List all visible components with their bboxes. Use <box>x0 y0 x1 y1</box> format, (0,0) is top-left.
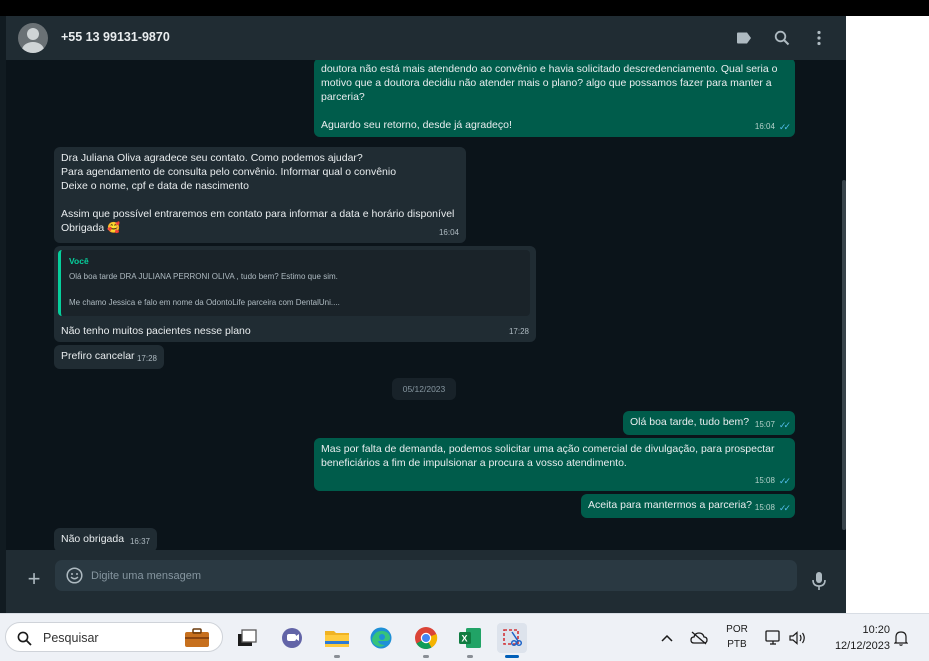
message-bubble-incoming[interactable]: Não obrigada 16:37 <box>54 528 157 550</box>
avatar-head-shape <box>27 28 39 40</box>
snipping-tool-icon[interactable] <box>497 623 527 658</box>
read-ticks-icon: ✓✓ <box>778 420 791 430</box>
message-text: doutora não está mais atendendo ao convê… <box>321 63 778 131</box>
message-timestamp: 15:07 <box>754 420 775 429</box>
message-bubble-incoming[interactable]: Prefiro cancelar 17:28 <box>54 345 164 369</box>
chrome-icon[interactable] <box>411 623 441 658</box>
file-explorer-icon[interactable] <box>322 623 352 658</box>
message-time: 16:37 <box>130 535 150 549</box>
search-icon[interactable] <box>772 28 792 48</box>
message-input[interactable] <box>91 560 781 591</box>
briefcase-widget-icon[interactable] <box>184 628 210 648</box>
running-indicator <box>423 655 429 658</box>
message-text: Não tenho muitos pacientes nesse plano <box>61 325 251 337</box>
message-composer: + <box>6 550 846 613</box>
clock-time: 10:20 <box>862 624 890 636</box>
desktop-background <box>846 16 929 613</box>
kebab-menu-icon[interactable] <box>809 28 829 48</box>
quoted-text: Olá boa tarde DRA JULIANA PERRONI OLIVA … <box>69 272 340 307</box>
contact-name[interactable]: +55 13 99131-9870 <box>61 30 170 44</box>
taskbar-search[interactable]: Pesquisar <box>5 622 223 652</box>
network-icon[interactable] <box>763 623 785 653</box>
message-time: 17:28 <box>137 352 157 366</box>
message-timestamp: 16:37 <box>129 537 150 546</box>
emoji-icon[interactable] <box>66 567 83 584</box>
message-bubble-outgoing[interactable]: Mas por falta de demanda, podemos solici… <box>314 438 795 491</box>
message-bubble-incoming[interactable]: Dra Juliana Oliva agradece seu contato. … <box>54 147 466 243</box>
message-time: 15:08 ✓✓ <box>754 474 791 488</box>
message-scrollbar[interactable] <box>842 180 846 530</box>
message-time: 15:07 ✓✓ <box>754 418 791 432</box>
message-bubble-outgoing[interactable]: Olá boa tarde, tudo bem? 15:07 ✓✓ <box>623 411 795 435</box>
windows-taskbar: Pesquisar X POR PTB 10:20 12/12/2023 <box>0 613 929 661</box>
read-ticks-icon: ✓✓ <box>778 122 791 132</box>
input-language[interactable]: POR PTB <box>717 622 757 652</box>
quoted-message[interactable]: Você Olá boa tarde DRA JULIANA PERRONI O… <box>58 250 530 316</box>
message-text: Dra Juliana Oliva agradece seu contato. … <box>61 152 455 234</box>
cloud-offline-icon[interactable] <box>688 623 710 653</box>
message-bubble-incoming-reply[interactable]: Você Olá boa tarde DRA JULIANA PERRONI O… <box>54 246 536 342</box>
message-timestamp: 15:08 <box>754 503 775 512</box>
message-text: Mas por falta de demanda, podemos solici… <box>321 443 775 469</box>
edge-icon[interactable] <box>366 623 396 653</box>
language-code: POR <box>726 624 748 635</box>
label-icon[interactable] <box>734 28 754 48</box>
message-input-box[interactable] <box>55 560 797 591</box>
task-view-icon[interactable] <box>232 623 262 653</box>
message-timestamp: 17:28 <box>508 327 529 336</box>
message-bubble-outgoing[interactable]: doutora não está mais atendendo ao convê… <box>314 60 795 137</box>
excel-icon[interactable]: X <box>455 623 485 658</box>
message-timestamp: 17:28 <box>136 354 157 363</box>
keyboard-layout: PTB <box>727 639 747 650</box>
message-time: 16:04 ✓✓ <box>754 120 791 134</box>
clock-date: 12/12/2023 <box>834 640 890 652</box>
message-timestamp: 16:04 <box>754 122 775 131</box>
running-indicator <box>334 655 340 658</box>
avatar-body-shape <box>22 42 44 53</box>
avatar[interactable] <box>18 23 48 53</box>
system-clock[interactable]: 10:20 12/12/2023 <box>818 622 890 654</box>
volume-icon[interactable] <box>787 623 809 653</box>
search-icon <box>17 631 32 646</box>
microphone-icon[interactable] <box>810 571 828 591</box>
attach-plus-icon[interactable]: + <box>24 568 44 590</box>
teams-icon[interactable] <box>277 623 307 653</box>
read-ticks-icon: ✓✓ <box>778 503 791 513</box>
quoted-author: Você <box>69 256 89 266</box>
whatsapp-window: +55 13 99131-9870 doutora não está mais … <box>6 16 846 613</box>
chat-header: +55 13 99131-9870 <box>6 16 846 60</box>
message-timestamp: 16:04 <box>438 228 459 237</box>
screen-top-strip <box>0 0 929 16</box>
message-time: 16:04 <box>439 226 459 240</box>
date-separator: 05/12/2023 <box>392 378 456 400</box>
read-ticks-icon: ✓✓ <box>778 476 791 486</box>
running-indicator <box>467 655 473 658</box>
active-indicator <box>505 655 519 658</box>
message-bubble-outgoing[interactable]: Aceita para mantermos a parceria? 15:08 ✓… <box>581 494 795 518</box>
message-time: 17:28 <box>509 325 529 339</box>
svg-text:X: X <box>462 634 468 644</box>
search-label: Pesquisar <box>43 631 99 645</box>
chevron-up-icon[interactable] <box>657 623 677 653</box>
notification-bell-icon[interactable] <box>891 623 911 653</box>
message-timestamp: 15:08 <box>754 476 775 485</box>
message-list[interactable]: doutora não está mais atendendo ao convê… <box>6 60 846 550</box>
message-time: 15:08 ✓✓ <box>754 501 791 515</box>
